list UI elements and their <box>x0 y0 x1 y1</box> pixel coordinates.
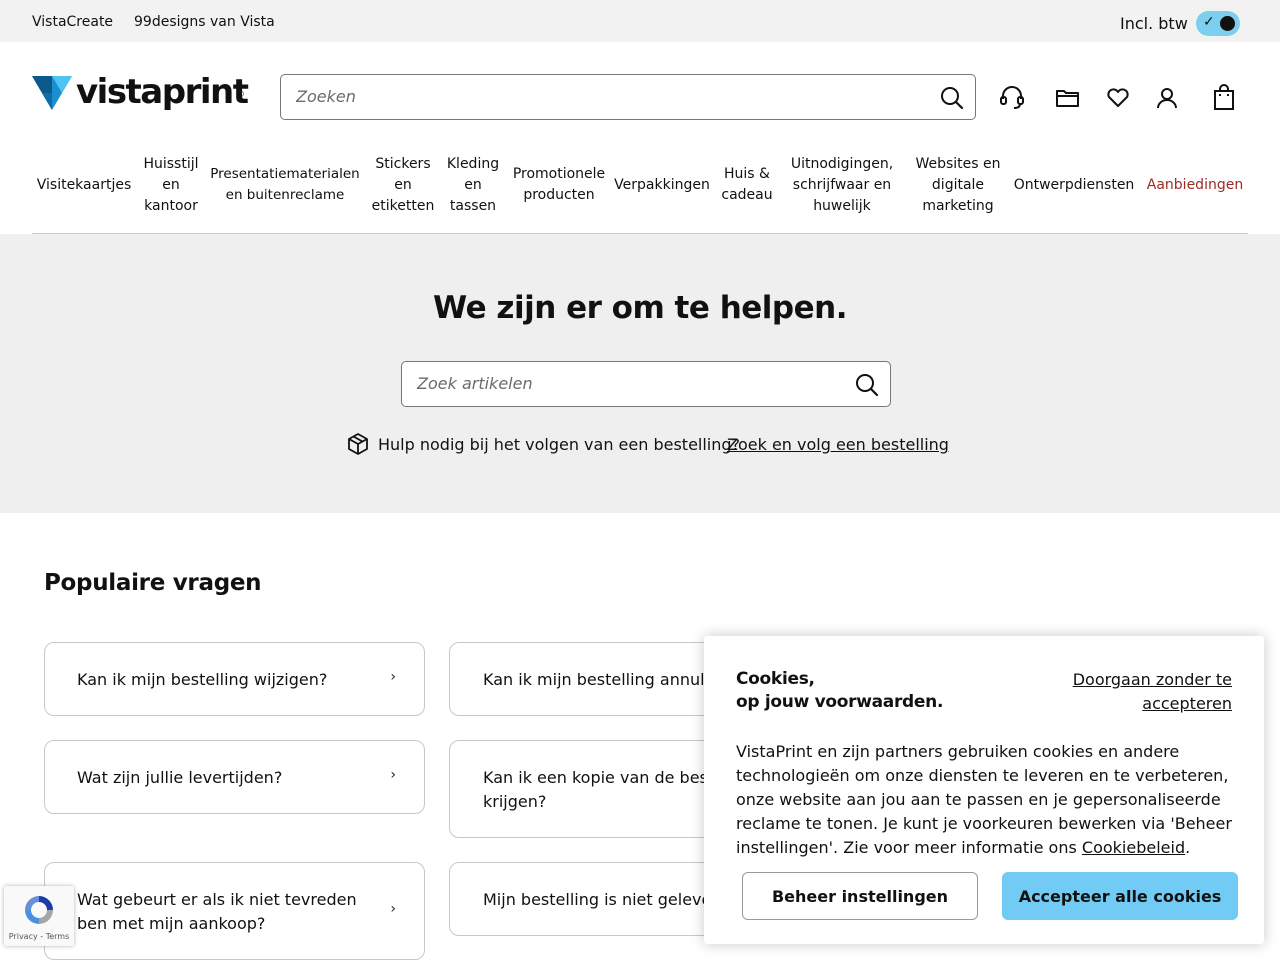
cookie-policy-link[interactable]: Cookiebeleid <box>1082 838 1185 857</box>
popular-questions-title: Populaire vragen <box>44 570 262 596</box>
99designs-link[interactable]: 99designs van Vista <box>134 14 275 30</box>
question-text: Kan ik mijn bestelling wijzigen? <box>77 670 328 689</box>
nav-item-aanbiedingen[interactable]: Aanbiedingen <box>1142 150 1248 220</box>
cookie-body-end: . <box>1185 838 1191 857</box>
nav-item-visitekaartjes[interactable]: Visitekaartjes <box>32 150 136 220</box>
nav-item-verpakkingen[interactable]: Verpakkingen <box>614 150 710 220</box>
nav-item-huisstijl[interactable]: Huisstijl en kantoor <box>138 150 204 220</box>
nav-item-huis-cadeau[interactable]: Huis & cadeau <box>716 150 778 220</box>
recaptcha-links[interactable]: Privacy - Terms <box>4 932 74 941</box>
main-search-input[interactable] <box>296 87 896 106</box>
search-icon[interactable] <box>939 85 965 111</box>
page-title: We zijn er om te helpen. <box>433 290 847 326</box>
nav-item-presentatiematerialen[interactable]: Presentatiematerialen en buitenreclame <box>208 150 362 220</box>
accept-all-cookies-button[interactable]: Accepteer alle cookies <box>1002 872 1238 920</box>
vat-toggle[interactable]: ✓ <box>1196 11 1240 36</box>
recaptcha-badge[interactable]: Privacy - Terms <box>4 886 74 946</box>
cookie-title-line2: op jouw voorwaarden. <box>736 692 944 712</box>
heart-icon[interactable] <box>1104 84 1132 112</box>
check-icon: ✓ <box>1203 14 1215 30</box>
headset-icon[interactable] <box>998 84 1026 112</box>
chevron-right-icon: › <box>390 767 396 783</box>
nav-item-websites[interactable]: Websites en digitale marketing <box>906 150 1010 220</box>
cookie-title-line1: Cookies, <box>736 669 815 689</box>
vat-label: Incl. btw <box>1120 14 1188 33</box>
toggle-knob <box>1220 16 1235 31</box>
track-order-link[interactable]: Zoek en volg een bestelling <box>727 435 949 454</box>
search-icon[interactable] <box>854 372 880 398</box>
main-nav: Visitekaartjes Huisstijl en kantoor Pres… <box>32 150 1248 234</box>
nav-item-uitnodigingen[interactable]: Uitnodigingen, schrijfwaar en huwelijk <box>784 150 900 220</box>
cookie-consent-panel: Cookies, op jouw voorwaarden. Doorgaan z… <box>704 636 1264 944</box>
cookie-title: Cookies, op jouw voorwaarden. <box>736 668 943 714</box>
nav-item-ontwerpdiensten[interactable]: Ontwerpdiensten <box>1014 150 1135 220</box>
main-search-box <box>280 74 976 120</box>
nav-item-kleding[interactable]: Kleding en tassen <box>442 150 504 220</box>
folder-icon[interactable] <box>1054 84 1082 112</box>
cookie-body: VistaPrint en zijn partners gebruiken co… <box>736 740 1236 860</box>
question-text: Wat gebeurt er als ik niet tevreden ben … <box>77 890 357 933</box>
logo-registered: ® <box>236 90 245 100</box>
continue-without-accepting-link[interactable]: Doorgaan zonder te accepteren <box>1042 668 1232 716</box>
question-card[interactable]: Wat zijn jullie levertijden? › <box>44 740 425 814</box>
question-card[interactable]: Kan ik mijn bestelling wijzigen? › <box>44 642 425 716</box>
track-question: Hulp nodig bij het volgen van een bestel… <box>378 435 741 454</box>
chevron-right-icon: › <box>390 669 396 685</box>
vistaprint-logo[interactable]: vistaprint ® <box>32 72 249 112</box>
nav-item-stickers[interactable]: Stickers en etiketten <box>370 150 436 220</box>
question-card[interactable]: Wat gebeurt er als ik niet tevreden ben … <box>44 862 425 960</box>
nav-item-promotionele[interactable]: Promotionele producten <box>510 150 608 220</box>
account-icon[interactable] <box>1153 84 1181 112</box>
help-search-box <box>401 361 891 407</box>
logo-wordmark: vistaprint <box>76 72 249 112</box>
cart-icon[interactable] <box>1210 84 1238 112</box>
recaptcha-icon <box>25 896 53 924</box>
help-search-input[interactable] <box>417 374 837 393</box>
package-icon <box>348 433 368 455</box>
question-text: Wat zijn jullie levertijden? <box>77 768 283 787</box>
utility-bar: VistaCreate 99designs van Vista Incl. bt… <box>0 0 1280 42</box>
question-text: Mijn bestelling is niet geleverd <box>483 890 728 909</box>
track-order-row: Hulp nodig bij het volgen van een bestel… <box>346 432 949 458</box>
logo-mark-icon <box>32 76 72 110</box>
manage-settings-button[interactable]: Beheer instellingen <box>742 872 978 920</box>
help-hero: We zijn er om te helpen. Hulp nodig bij … <box>0 234 1280 513</box>
chevron-right-icon: › <box>390 901 396 917</box>
vistacreate-link[interactable]: VistaCreate <box>32 14 113 30</box>
